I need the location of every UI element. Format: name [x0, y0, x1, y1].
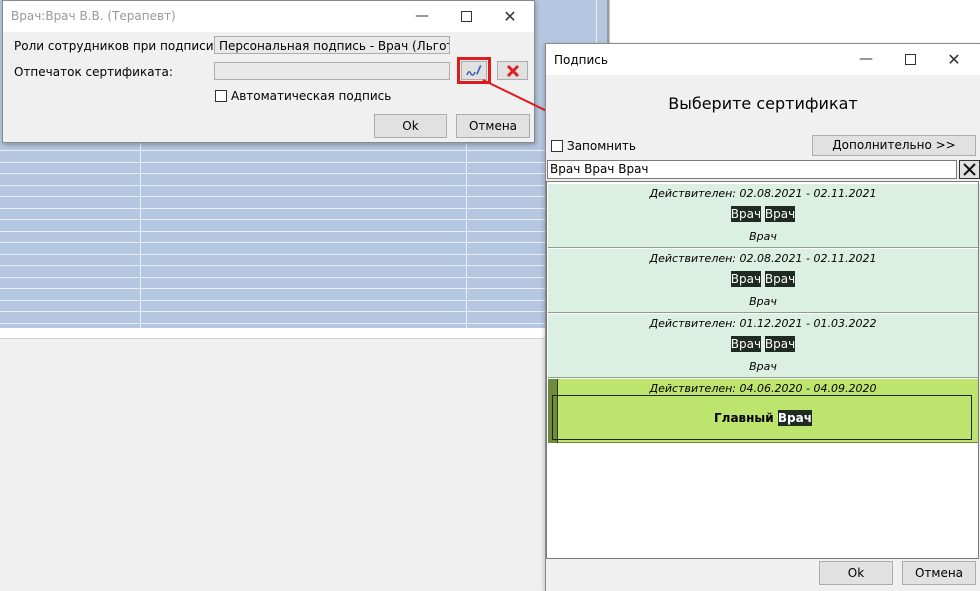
validity-text: Действителен: 02.08.2021 - 02.11.2021: [649, 252, 877, 265]
remember-label: Запомнить: [567, 139, 636, 153]
signature-dialog-titlebar: Подпись — ✕: [546, 44, 980, 75]
name-part: Врач: [764, 336, 796, 352]
certificate-item[interactable]: Действителен: 01.12.2021 - 01.03.2022 Вр…: [548, 314, 978, 378]
certificate-item[interactable]: Действителен: 02.08.2021 - 02.11.2021 Вр…: [548, 184, 978, 248]
certificate-name: Врач Врач: [548, 206, 978, 222]
name-part: Врач: [730, 271, 762, 287]
maximize-icon[interactable]: [888, 44, 932, 75]
name-part: Врач: [730, 206, 762, 222]
signature-dialog: Подпись — ✕ Выберите сертификат Запомнит…: [545, 43, 980, 591]
signature-dialog-title: Подпись: [554, 53, 608, 67]
validity-text: Действителен: 01.12.2021 - 01.03.2022: [649, 317, 877, 330]
certificate-name: Врач Врач: [548, 336, 978, 352]
certificate-item[interactable]: Действителен: 02.08.2021 - 02.11.2021 Вр…: [548, 249, 978, 313]
validity-text: Действителен: 02.08.2021 - 02.11.2021: [649, 187, 877, 200]
name-part: Врач: [764, 271, 796, 287]
clear-search-button[interactable]: [959, 160, 980, 179]
cancel-button[interactable]: Отмена: [902, 561, 976, 585]
validity-text: Действителен: 04.06.2020 - 04.09.2020: [649, 382, 877, 395]
close-icon: [963, 163, 976, 176]
name-part: Врач: [764, 206, 796, 222]
ok-button[interactable]: Ok: [819, 561, 893, 585]
certificate-item-selected[interactable]: Действителен: 04.06.2020 - 04.09.2020 Гл…: [548, 379, 978, 443]
certificate-name: Главный Врач: [548, 410, 978, 426]
certificate-org: Врач: [749, 295, 777, 308]
more-options-button[interactable]: Дополнительно >>: [812, 135, 976, 156]
certificate-org: Врач: [749, 230, 777, 243]
name-part: Врач: [730, 336, 762, 352]
certificate-list: Действителен: 02.08.2021 - 02.11.2021 Вр…: [546, 181, 979, 559]
dialog-heading: Выберите сертификат: [668, 94, 858, 113]
search-input[interactable]: Врач Врач Врач: [547, 160, 957, 179]
close-icon[interactable]: ✕: [932, 44, 976, 75]
name-part: Главный: [714, 411, 774, 425]
certificate-org: Врач: [749, 360, 777, 373]
name-part: Врач: [777, 410, 812, 426]
remember-checkbox[interactable]: [551, 140, 563, 152]
minimize-icon[interactable]: —: [844, 44, 888, 75]
certificate-name: Врач Врач: [548, 271, 978, 287]
